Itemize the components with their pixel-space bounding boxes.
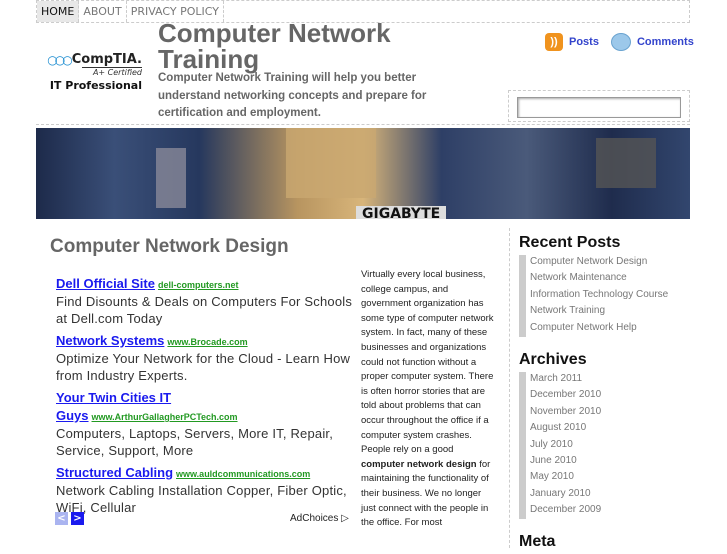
ad-description: Computers, Laptops, Servers, More IT, Re… (56, 426, 334, 458)
archives-heading: Archives (519, 350, 587, 368)
banner-brand-text: GIGABYTE (356, 206, 447, 219)
comptia-rings-icon: ○○○ (47, 52, 72, 67)
comptia-logo: ○○○ CompTIA. A+ Certified IT Professional (42, 52, 142, 92)
nav-about[interactable]: ABOUT (79, 1, 127, 22)
archives-list: March 2011 December 2010 November 2010 A… (519, 371, 689, 520)
archive-link[interactable]: December 2010 (519, 388, 689, 405)
recent-post-link[interactable]: Network Training (519, 304, 689, 321)
archive-link[interactable]: June 2010 (519, 453, 689, 471)
chevron-left-icon[interactable]: < (55, 512, 68, 525)
site-title[interactable]: Computer Network Training (158, 20, 418, 72)
ad-pager: < > (55, 512, 84, 525)
post-body: Virtually every local business, college … (361, 268, 497, 531)
ad-item: Structured Cabling www.auldcommunications… (56, 464, 356, 516)
meta-heading: Meta (519, 533, 556, 551)
comments-feed-link[interactable]: Comments (637, 36, 694, 48)
ad-description: Find Disounts & Deals on Computers For S… (56, 294, 353, 326)
archive-link[interactable]: December 2009 (519, 503, 689, 520)
ad-url-link[interactable]: www.Brocade.com (167, 337, 247, 347)
ad-title-link[interactable]: Structured Cabling (56, 465, 173, 480)
archive-link[interactable]: November 2010 (519, 404, 689, 422)
recent-post-link[interactable]: Computer Network Help (519, 320, 689, 337)
ad-url-link[interactable]: www.auldcommunications.com (176, 469, 310, 479)
sidebar-divider (509, 228, 510, 548)
site-tagline: Computer Network Training will help you … (158, 72, 427, 119)
ad-description: Network Cabling Installation Copper, Fib… (56, 483, 347, 515)
recent-post-link[interactable]: Computer Network Design (519, 255, 689, 272)
archive-link[interactable]: July 2010 (519, 437, 689, 454)
ad-title-link[interactable]: Network Systems (56, 333, 164, 348)
post-text: Virtually every local business, college … (361, 269, 494, 456)
recent-posts-list: Computer Network Design Network Maintena… (519, 255, 689, 337)
search-widget (508, 90, 690, 122)
archive-link[interactable]: January 2010 (519, 486, 689, 504)
header-divider (36, 124, 690, 125)
logo-cert: A+ Certified (82, 67, 142, 77)
logo-brand: CompTIA. (71, 52, 142, 67)
ad-item: Dell Official Site dell-computers.net Fin… (56, 275, 356, 327)
archive-link[interactable]: May 2010 (519, 470, 689, 487)
recent-post-link[interactable]: Information Technology Course (519, 287, 689, 305)
feed-links: )) Posts Comments (545, 33, 694, 51)
comments-bubble-icon[interactable] (610, 33, 631, 51)
ad-url-link[interactable]: www.ArthurGallagherPCTech.com (92, 412, 238, 422)
ad-url-link[interactable]: dell-computers.net (158, 280, 239, 290)
archive-link[interactable]: August 2010 (519, 421, 689, 438)
sidebar: Recent Posts Computer Network Design Net… (519, 234, 689, 554)
ad-title-link[interactable]: Dell Official Site (56, 276, 155, 291)
posts-feed-link[interactable]: Posts (569, 36, 599, 48)
logo-role: IT Professional (49, 79, 142, 92)
adchoices-link[interactable]: AdChoices ▷ (290, 513, 349, 524)
rss-icon[interactable]: )) (545, 33, 563, 51)
nav-home[interactable]: HOME (37, 1, 80, 22)
recent-post-link[interactable]: Network Maintenance (519, 271, 689, 288)
archive-link[interactable]: March 2011 (519, 371, 689, 389)
post-title[interactable]: Computer Network Design (50, 236, 289, 258)
ad-description: Optimize Your Network for the Cloud - Le… (56, 351, 351, 383)
post-keyword: computer network design (361, 458, 477, 470)
ad-item: Network Systems www.Brocade.com Optimize … (56, 332, 356, 384)
chevron-right-icon[interactable]: > (71, 512, 84, 525)
ad-block: Dell Official Site dell-computers.net Fin… (56, 275, 356, 521)
search-input[interactable] (517, 97, 681, 118)
ad-item: Your Twin Cities IT Guys www.ArthurGallag… (56, 389, 356, 459)
recent-posts-heading: Recent Posts (519, 234, 621, 251)
motherboard-banner: GIGABYTE (36, 128, 690, 219)
